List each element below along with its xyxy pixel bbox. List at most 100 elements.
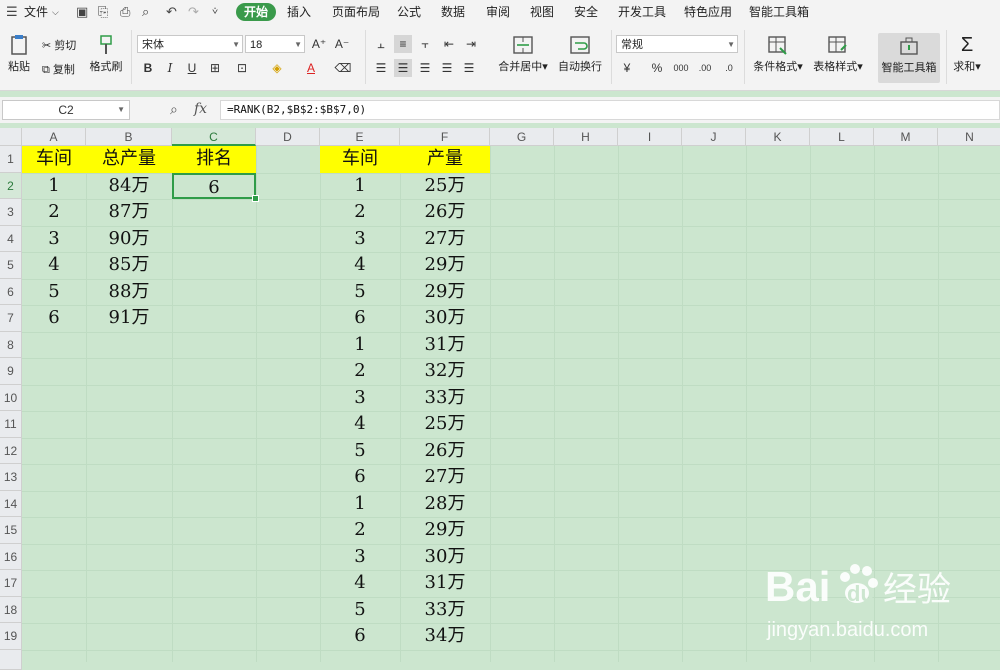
print-preview-icon[interactable]: ⌕: [142, 0, 149, 24]
row-header-15[interactable]: 15: [0, 517, 22, 544]
cell-e8[interactable]: 1: [320, 332, 400, 359]
row-header-18[interactable]: 18: [0, 596, 22, 623]
cell-e17[interactable]: 4: [320, 570, 400, 597]
percent-icon[interactable]: %: [648, 59, 666, 77]
bold-icon[interactable]: B: [139, 59, 157, 77]
column-header-m[interactable]: M: [874, 128, 938, 146]
cell-e10[interactable]: 3: [320, 385, 400, 412]
font-size-select[interactable]: 18 ▼: [245, 35, 305, 53]
underline-icon[interactable]: U: [183, 59, 201, 77]
cell-c7[interactable]: [172, 305, 256, 332]
tab-page-layout[interactable]: 页面布局: [332, 0, 380, 24]
row-header-4[interactable]: 4: [0, 225, 22, 252]
cell-f14[interactable]: 28万: [400, 491, 490, 518]
fill-color-icon[interactable]: ◈: [268, 59, 286, 77]
decrease-font-icon[interactable]: A⁻: [333, 35, 351, 53]
cell-e19[interactable]: 6: [320, 623, 400, 650]
row-header-12[interactable]: 12: [0, 437, 22, 464]
cell-f8[interactable]: 31万: [400, 332, 490, 359]
align-right-icon[interactable]: ☰: [416, 59, 434, 77]
row-header-5[interactable]: 5: [0, 252, 22, 279]
wrap-text-button[interactable]: 自动换行: [556, 34, 604, 74]
merge-center-button[interactable]: 合并居中▾: [494, 34, 552, 74]
cell-f19[interactable]: 34万: [400, 623, 490, 650]
format-painter-button[interactable]: 格式刷: [88, 34, 124, 74]
cell-b5[interactable]: 85万: [86, 252, 172, 279]
cell-e4[interactable]: 3: [320, 226, 400, 253]
cell-e6[interactable]: 5: [320, 279, 400, 306]
cell-f13[interactable]: 27万: [400, 464, 490, 491]
increase-font-icon[interactable]: A⁺: [310, 35, 328, 53]
cell-a4[interactable]: 3: [22, 226, 86, 253]
tab-view[interactable]: 视图: [530, 0, 554, 24]
cell-f11[interactable]: 25万: [400, 411, 490, 438]
cell-e7[interactable]: 6: [320, 305, 400, 332]
column-header-l[interactable]: L: [810, 128, 874, 146]
column-header-f[interactable]: F: [400, 128, 490, 146]
cell-f5[interactable]: 29万: [400, 252, 490, 279]
increase-indent-icon[interactable]: ⇥: [462, 35, 480, 53]
row-header-7[interactable]: 7: [0, 305, 22, 332]
row-header-2[interactable]: 2: [0, 172, 22, 199]
tab-review[interactable]: 审阅: [486, 0, 510, 24]
number-format-select[interactable]: 常规 ▼: [616, 35, 738, 53]
clear-format-icon[interactable]: ⌫: [334, 59, 352, 77]
distributed-icon[interactable]: ☰: [460, 59, 478, 77]
row-header-8[interactable]: 8: [0, 331, 22, 358]
cell-f3[interactable]: 26万: [400, 199, 490, 226]
cell-e9[interactable]: 2: [320, 358, 400, 385]
cell-c4[interactable]: [172, 226, 256, 253]
row-header-6[interactable]: 6: [0, 278, 22, 305]
fill-handle[interactable]: [252, 195, 259, 202]
cell-e2[interactable]: 1: [320, 173, 400, 200]
borders-icon[interactable]: ⊞: [206, 59, 224, 77]
cell-f17[interactable]: 31万: [400, 570, 490, 597]
align-bottom-icon[interactable]: ⫟: [416, 35, 434, 53]
cell-b6[interactable]: 88万: [86, 279, 172, 306]
paste-button[interactable]: 粘贴: [4, 34, 34, 74]
increase-decimal-icon[interactable]: .00: [696, 59, 714, 77]
smart-toolbox-button[interactable]: 智能工具箱: [878, 33, 940, 83]
cell-b2[interactable]: 84万: [86, 173, 172, 200]
cell-b3[interactable]: 87万: [86, 199, 172, 226]
column-header-e[interactable]: E: [320, 128, 400, 146]
cell-a7[interactable]: 6: [22, 305, 86, 332]
tab-developer[interactable]: 开发工具: [618, 0, 666, 24]
align-center-icon[interactable]: ☰: [394, 59, 412, 77]
cell-f4[interactable]: 27万: [400, 226, 490, 253]
cell-f10[interactable]: 33万: [400, 385, 490, 412]
cell-e13[interactable]: 6: [320, 464, 400, 491]
header-cell-f1[interactable]: 产量: [400, 146, 490, 173]
cell-f18[interactable]: 33万: [400, 597, 490, 624]
cell-e5[interactable]: 4: [320, 252, 400, 279]
cell-a3[interactable]: 2: [22, 199, 86, 226]
align-middle-icon[interactable]: ≡: [394, 35, 412, 53]
cell-f2[interactable]: 25万: [400, 173, 490, 200]
column-header-c[interactable]: C: [172, 128, 256, 146]
table-style-button[interactable]: 表格样式▾: [810, 34, 866, 74]
cell-style-icon[interactable]: ⊡: [233, 59, 251, 77]
cell-e14[interactable]: 1: [320, 491, 400, 518]
font-name-select[interactable]: 宋体 ▼: [137, 35, 243, 53]
cell-c6[interactable]: [172, 279, 256, 306]
cell-f12[interactable]: 26万: [400, 438, 490, 465]
currency-icon[interactable]: ¥: [618, 59, 636, 77]
tab-formulas[interactable]: 公式: [397, 0, 421, 24]
column-header-g[interactable]: G: [490, 128, 554, 146]
cell-c5[interactable]: [172, 252, 256, 279]
cell-e15[interactable]: 2: [320, 517, 400, 544]
tab-smart-toolbox[interactable]: 智能工具箱: [749, 0, 809, 24]
column-header-a[interactable]: A: [22, 128, 86, 146]
print-icon[interactable]: ⎙: [120, 0, 130, 24]
header-cell-c1[interactable]: 排名: [172, 146, 256, 173]
cell-f15[interactable]: 29万: [400, 517, 490, 544]
formula-input[interactable]: =RANK(B2,$B$2:$B$7,0): [220, 100, 1000, 120]
row-header-13[interactable]: 13: [0, 464, 22, 491]
chevron-down-icon[interactable]: ⌵: [52, 0, 59, 24]
cell-f9[interactable]: 32万: [400, 358, 490, 385]
fx-icon[interactable]: fx: [194, 101, 207, 117]
cell-f16[interactable]: 30万: [400, 544, 490, 571]
header-cell-b1[interactable]: 总产量: [86, 146, 172, 173]
hamburger-menu-icon[interactable]: ☰: [6, 0, 18, 24]
cell-a5[interactable]: 4: [22, 252, 86, 279]
